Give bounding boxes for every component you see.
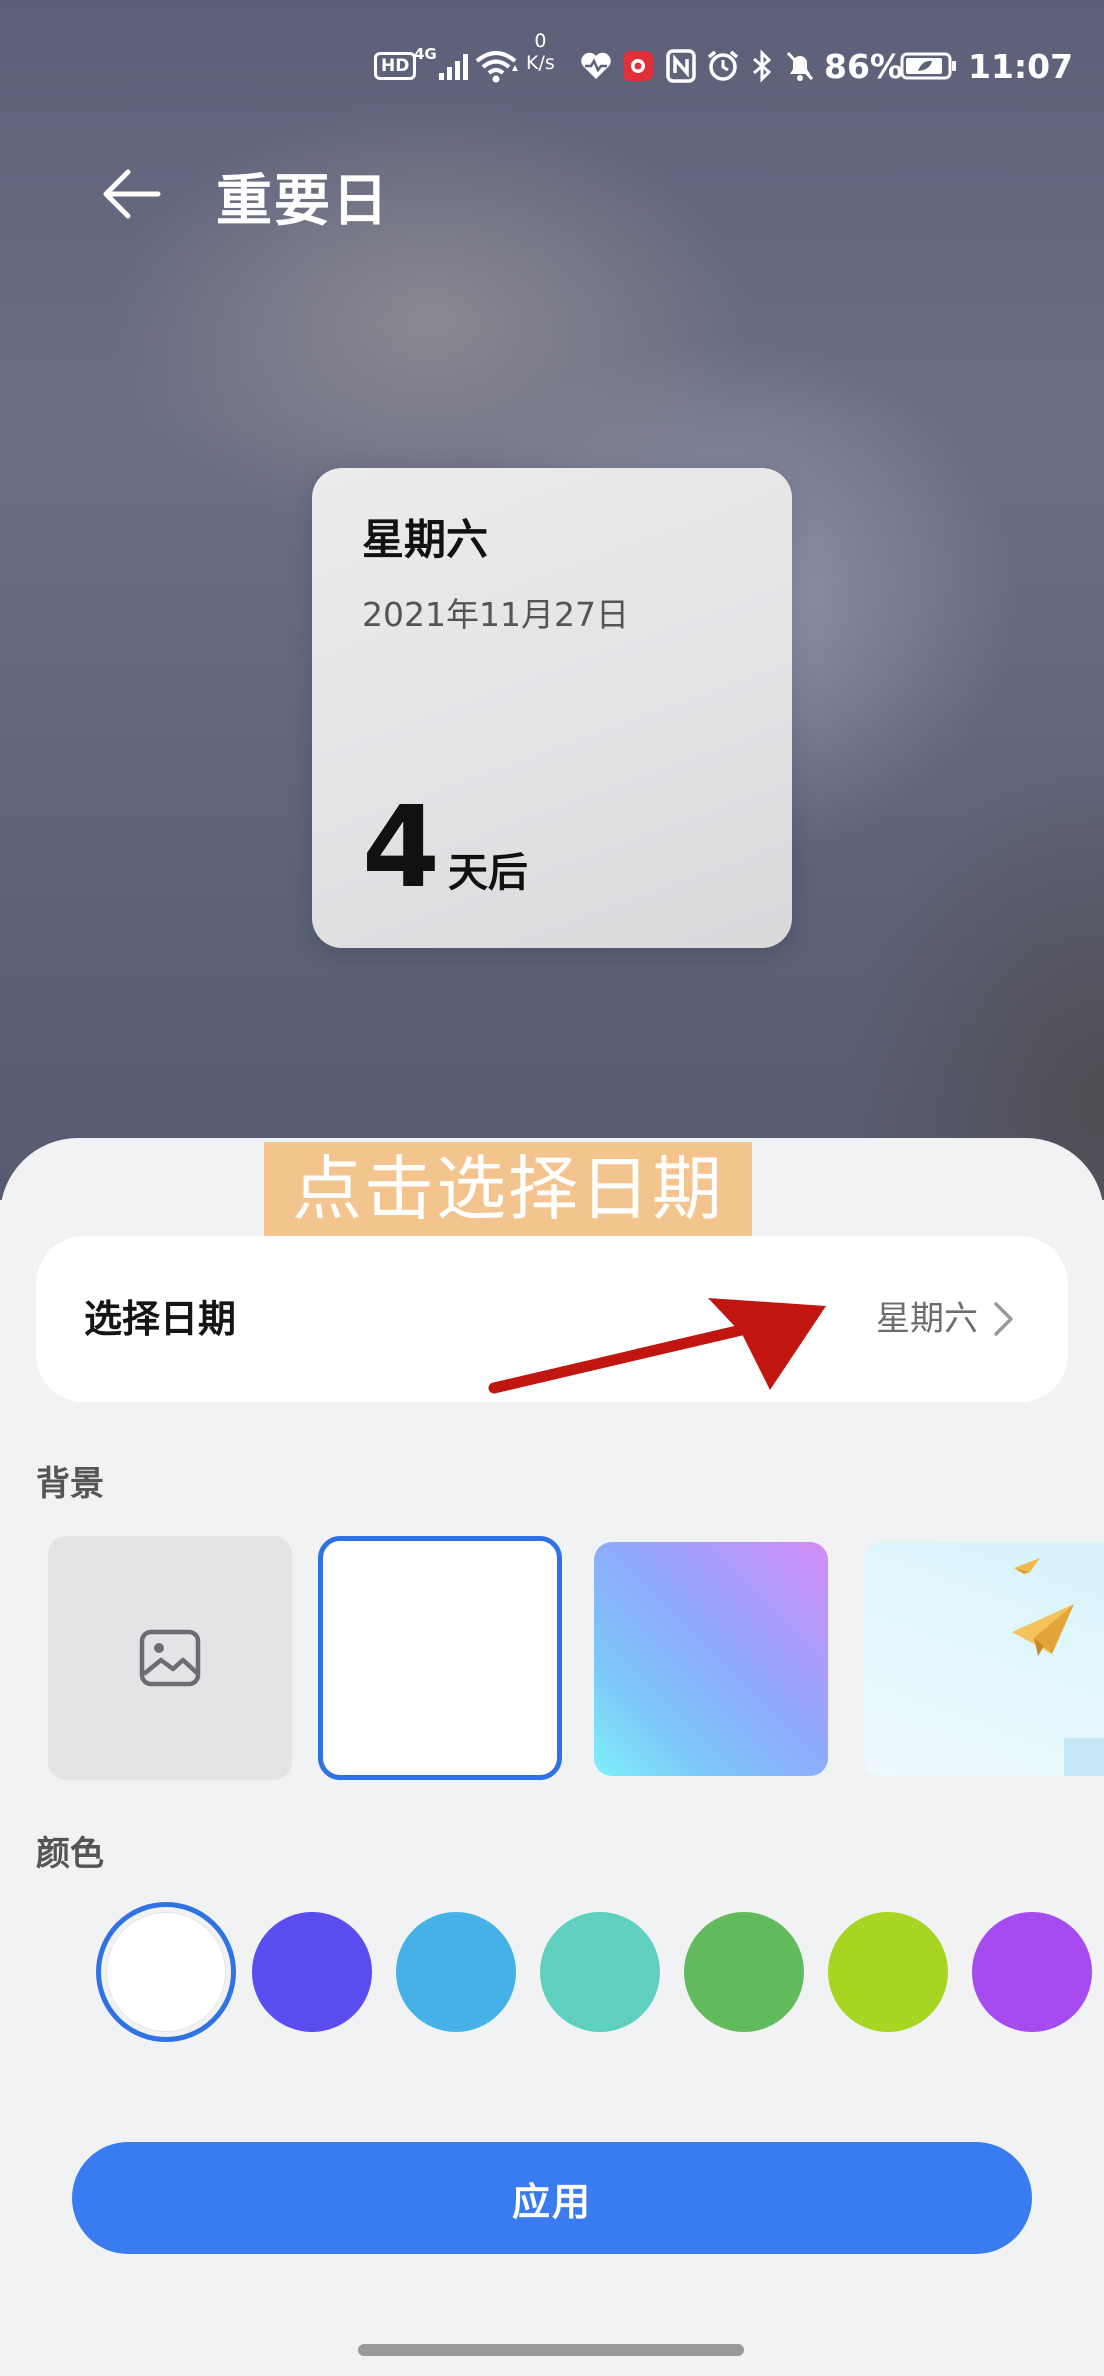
preview-count-unit: 天后 xyxy=(447,850,528,896)
background-option-image-picker[interactable] xyxy=(48,1536,292,1780)
preview-countdown: 4 天后 xyxy=(362,788,528,908)
apply-button[interactable]: 应用 xyxy=(72,2142,1032,2254)
preview-weekday: 星期六 xyxy=(362,515,489,564)
background-section-label: 背景 xyxy=(36,1464,104,1504)
color-swatch-5[interactable] xyxy=(684,1912,804,2032)
color-swatch-2[interactable] xyxy=(252,1912,372,2032)
cellular-signal-icon: 4G xyxy=(414,30,471,102)
network-speed-unit: K/s xyxy=(526,52,555,74)
paper-plane-icon xyxy=(1012,1558,1104,1776)
color-section-label: 颜色 xyxy=(36,1834,104,1874)
select-date-value: 星期六 xyxy=(876,1299,978,1339)
battery-percent: 86% xyxy=(824,46,903,86)
home-indicator[interactable] xyxy=(358,2344,744,2356)
color-swatch-4[interactable] xyxy=(540,1912,660,2032)
back-arrow-icon xyxy=(103,169,161,219)
hd-badge: HD xyxy=(374,52,417,80)
page-title: 重要日 xyxy=(216,169,390,234)
network-type-label: 4G xyxy=(414,45,437,63)
preview-count-number: 4 xyxy=(362,783,440,913)
annotation-arrow-icon xyxy=(488,1298,826,1394)
hint-banner: 点击选择日期 xyxy=(264,1142,752,1236)
chevron-right-icon xyxy=(994,1302,1013,1336)
color-swatch-7[interactable] xyxy=(972,1912,1092,2032)
preview-date: 2021年11月27日 xyxy=(362,595,629,634)
select-date-label: 选择日期 xyxy=(84,1297,237,1341)
battery-icon xyxy=(900,30,958,102)
color-swatch-3[interactable] xyxy=(396,1912,516,2032)
status-bar: HD 4G 0 K/s 86% 11:07 xyxy=(0,30,1104,102)
color-swatch-1[interactable] xyxy=(106,1912,226,2032)
network-speed: 0 K/s xyxy=(526,30,555,102)
image-picker-icon xyxy=(139,1629,201,1687)
background-option-gradient[interactable] xyxy=(594,1542,828,1776)
clock: 11:07 xyxy=(968,46,1074,86)
back-button[interactable] xyxy=(96,158,168,230)
color-swatch-6[interactable] xyxy=(828,1912,948,2032)
health-heart-icon xyxy=(580,30,612,102)
background-option-white[interactable] xyxy=(318,1536,562,1780)
network-speed-value: 0 xyxy=(534,30,547,52)
background-option-sky[interactable] xyxy=(864,1542,1104,1776)
bluetooth-icon xyxy=(750,30,774,102)
alarm-icon xyxy=(706,30,740,102)
wifi-icon xyxy=(474,30,518,102)
widget-preview-card: 星期六 2021年11月27日 4 天后 xyxy=(312,468,792,948)
nfc-icon xyxy=(666,30,696,102)
app-notification-icon xyxy=(622,30,654,102)
hd-indicator: HD xyxy=(374,30,417,102)
mute-bell-icon xyxy=(784,30,816,102)
